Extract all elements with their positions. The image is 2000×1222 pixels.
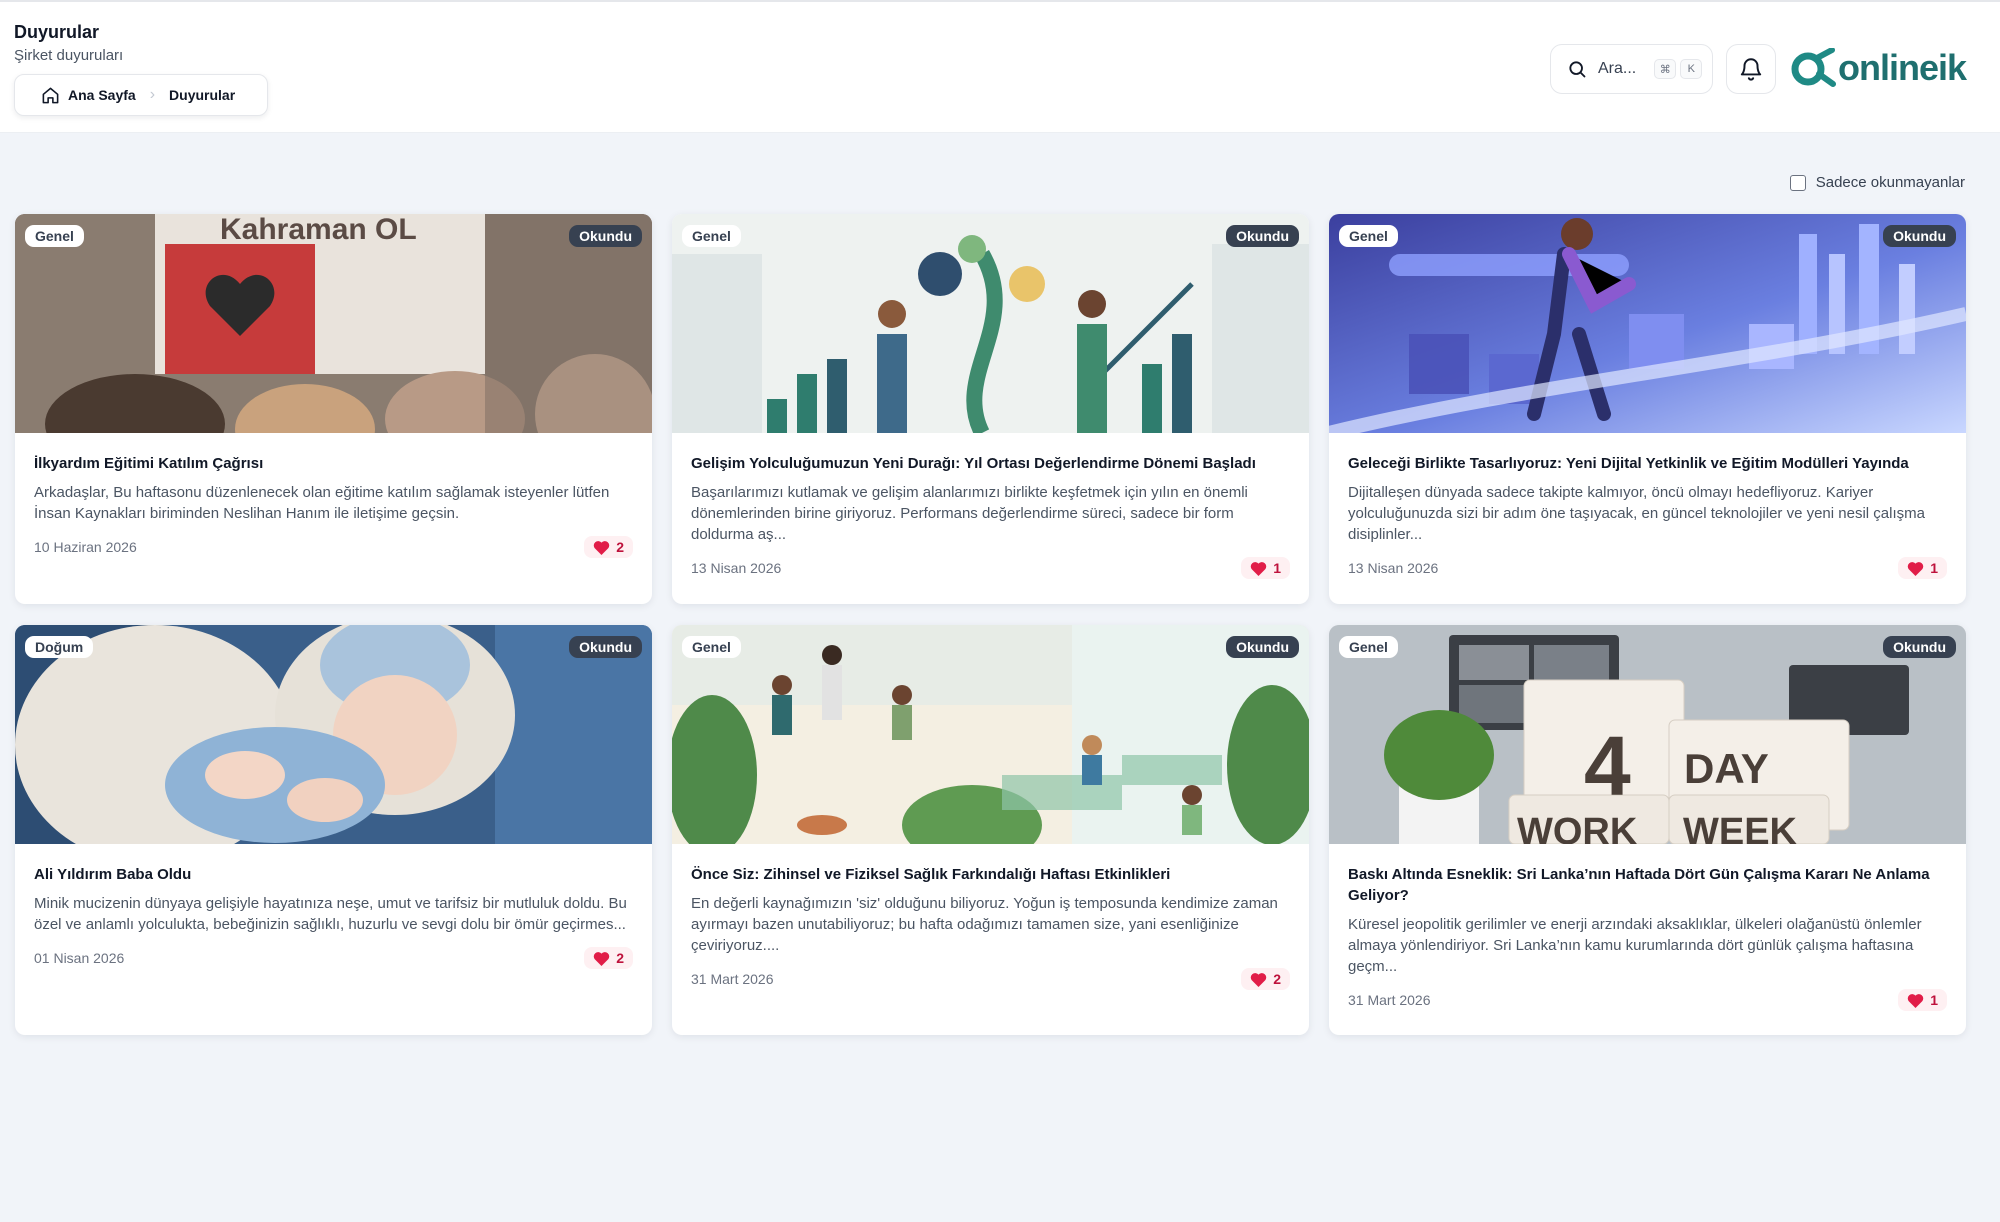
category-badge: Genel [682, 225, 741, 247]
category-badge: Genel [1339, 636, 1398, 658]
card-title[interactable]: Önce Siz: Zihinsel ve Fiziksel Sağlık Fa… [691, 864, 1290, 885]
like-count: 1 [1273, 560, 1281, 576]
breadcrumb-home-link[interactable]: Ana Sayfa [68, 87, 136, 103]
shortcut-mod-key: ⌘ [1654, 59, 1677, 79]
heart-icon [1250, 972, 1267, 987]
breadcrumb: Ana Sayfa › Duyurular [14, 74, 268, 116]
card-excerpt: En değerli kaynağımızın 'siz' olduğunu b… [691, 895, 1278, 954]
read-status-badge: Okundu [1883, 636, 1956, 658]
card-image: Genel Okundu [672, 625, 1309, 844]
search-icon [1567, 59, 1587, 79]
card-excerpt: Küresel jeopolitik gerilimler ve enerji … [1348, 916, 1922, 975]
card-title[interactable]: Baskı Altında Esneklik: Sri Lanka’nın Ha… [1348, 864, 1947, 906]
card-image: Kahraman OL Genel Okundu [15, 214, 652, 433]
category-badge: Genel [682, 636, 741, 658]
logo-mark-icon [1790, 48, 1836, 88]
card-title[interactable]: Geleceği Birlikte Tasarlıyoruz: Yeni Dij… [1348, 453, 1947, 474]
card-excerpt: Başarılarımızı kutlamak ve gelişim alanl… [691, 484, 1248, 543]
announcement-card[interactable]: Doğum Okundu Ali Yıldırım Baba Oldu Mini… [15, 625, 652, 1035]
announcement-card[interactable]: Genel Okundu Gelişim Yolculuğumuzun Yeni… [672, 214, 1309, 604]
brand-logo[interactable]: onlineik [1790, 46, 1967, 90]
announcement-card[interactable]: Genel Okundu Geleceği Birlikte Tasarlıyo… [1329, 214, 1966, 604]
category-badge: Genel [25, 225, 84, 247]
card-title[interactable]: İlkyardım Eğitimi Katılım Çağrısı [34, 453, 633, 474]
search-button[interactable]: Ara... ⌘ K [1550, 44, 1713, 94]
breadcrumb-separator-icon: › [149, 86, 156, 103]
card-date: 31 Mart 2026 [691, 971, 774, 987]
card-date: 13 Nisan 2026 [1348, 560, 1439, 576]
unread-filter-label: Sadece okunmayanlar [1815, 174, 1965, 191]
like-count: 2 [616, 950, 624, 966]
read-status-badge: Okundu [1226, 636, 1299, 658]
like-count: 2 [616, 539, 624, 555]
category-badge: Doğum [25, 636, 94, 658]
heart-icon [1907, 561, 1924, 576]
page-subtitle: Şirket duyuruları [14, 47, 124, 64]
image-text-work: WORK [1517, 811, 1638, 844]
top-header: Duyurular Şirket duyuruları Ana Sayfa › … [0, 2, 2000, 133]
card-image: Genel Okundu [1329, 214, 1966, 433]
announcement-card[interactable]: Kahraman OL Genel Okundu İlkyardım Eğiti… [15, 214, 652, 604]
image-banner-text: Kahraman OL [220, 214, 417, 246]
logo-text: onlineik [1838, 47, 1967, 88]
card-title[interactable]: Ali Yıldırım Baba Oldu [34, 864, 633, 885]
card-excerpt: Minik mucizenin dünyaya gelişiyle hayatı… [34, 895, 627, 933]
like-button[interactable]: 2 [584, 536, 633, 558]
like-button[interactable]: 2 [1241, 968, 1290, 990]
card-image: Doğum Okundu [15, 625, 652, 844]
card-title[interactable]: Gelişim Yolculuğumuzun Yeni Durağı: Yıl … [691, 453, 1290, 474]
announcement-card[interactable]: 4 DAY WORK WEEK Genel Okundu Baskı Altın… [1329, 625, 1966, 1035]
read-status-badge: Okundu [569, 225, 642, 247]
heart-icon [593, 951, 610, 966]
shortcut-key: K [1680, 59, 1703, 79]
card-image: 4 DAY WORK WEEK Genel Okundu [1329, 625, 1966, 844]
announcement-card[interactable]: Genel Okundu Önce Siz: Zihinsel ve Fizik… [672, 625, 1309, 1035]
like-button[interactable]: 2 [584, 947, 633, 969]
unread-filter[interactable]: Sadece okunmayanlar [1789, 174, 1965, 191]
image-text-day: DAY [1684, 745, 1769, 792]
image-text-four: 4 [1584, 719, 1631, 813]
like-count: 1 [1930, 992, 1938, 1008]
category-badge: Genel [1339, 225, 1398, 247]
like-count: 2 [1273, 971, 1281, 987]
read-status-badge: Okundu [1226, 225, 1299, 247]
bell-icon [1738, 56, 1764, 82]
card-date: 01 Nisan 2026 [34, 950, 125, 966]
card-excerpt: Dijitalleşen dünyada sadece takipte kalm… [1348, 484, 1925, 543]
like-button[interactable]: 1 [1898, 989, 1947, 1011]
like-button[interactable]: 1 [1898, 557, 1947, 579]
read-status-badge: Okundu [1883, 225, 1956, 247]
image-text-week: WEEK [1683, 811, 1798, 844]
unread-filter-checkbox[interactable] [1789, 174, 1806, 191]
like-button[interactable]: 1 [1241, 557, 1290, 579]
card-date: 10 Haziran 2026 [34, 539, 137, 555]
card-date: 31 Mart 2026 [1348, 992, 1431, 1008]
home-icon[interactable] [41, 86, 60, 105]
read-status-badge: Okundu [569, 636, 642, 658]
like-count: 1 [1930, 560, 1938, 576]
heart-icon [593, 540, 610, 555]
card-excerpt: Arkadaşlar, Bu haftasonu düzenlenecek ol… [34, 484, 610, 522]
card-date: 13 Nisan 2026 [691, 560, 782, 576]
search-placeholder: Ara... [1598, 60, 1637, 77]
heart-icon [1907, 993, 1924, 1008]
breadcrumb-current: Duyurular [169, 87, 236, 103]
heart-icon [1250, 561, 1267, 576]
card-image: Genel Okundu [672, 214, 1309, 433]
notifications-button[interactable] [1726, 44, 1776, 94]
page-title: Duyurular [14, 22, 100, 42]
